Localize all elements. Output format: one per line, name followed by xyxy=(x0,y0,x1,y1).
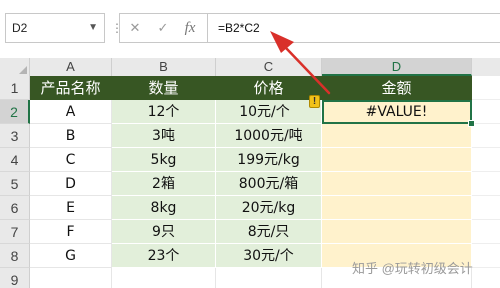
cell-c6[interactable]: 20元/kg xyxy=(216,196,322,220)
row-header-4[interactable]: 4 xyxy=(0,148,30,172)
watermark: 知乎 @玩转初级会计 xyxy=(352,261,473,276)
cell-c1[interactable]: 价格 xyxy=(216,76,322,100)
cell-a2[interactable]: A xyxy=(30,100,112,124)
column-headers: A B C D xyxy=(0,58,500,77)
insert-function-icon[interactable]: fx xyxy=(178,14,202,42)
cell-a4[interactable]: C xyxy=(30,148,112,172)
chevron-down-icon[interactable]: ▼ xyxy=(88,14,98,42)
cell-b6[interactable]: 8kg xyxy=(112,196,216,220)
name-box[interactable]: D2 ▼ xyxy=(5,13,105,43)
cell-d4[interactable] xyxy=(322,148,472,172)
cell-b9[interactable] xyxy=(112,268,216,288)
formula-buttons: ✕ ✓ fx xyxy=(119,13,207,43)
cell-b4[interactable]: 5kg xyxy=(112,148,216,172)
cell-b2[interactable]: 12个 xyxy=(112,100,216,124)
cell-e2[interactable] xyxy=(472,100,500,124)
cell-d7[interactable] xyxy=(322,220,472,244)
row-header-9[interactable]: 9 xyxy=(0,268,30,288)
cell-c5[interactable]: 800元/箱 xyxy=(216,172,322,196)
cell-c3[interactable]: 1000元/吨 xyxy=(216,124,322,148)
select-all-icon xyxy=(19,66,27,74)
enter-icon[interactable]: ✓ xyxy=(152,14,174,42)
column-header-a[interactable]: A xyxy=(30,58,112,76)
cell-c2[interactable]: 10元/个 xyxy=(216,100,322,124)
drag-handle-icon[interactable]: ⋮ xyxy=(111,13,123,43)
cell-d5[interactable] xyxy=(322,172,472,196)
cell-c7[interactable]: 8元/只 xyxy=(216,220,322,244)
formula-input[interactable]: =B2*C2 xyxy=(207,13,500,43)
cell-c8[interactable]: 30元/个 xyxy=(216,244,322,268)
cell-d3[interactable] xyxy=(322,124,472,148)
row-header-3[interactable]: 3 xyxy=(0,124,30,148)
cell-d6[interactable] xyxy=(322,196,472,220)
cell-e5[interactable] xyxy=(472,172,500,196)
column-header-b[interactable]: B xyxy=(112,58,216,76)
cell-b1[interactable]: 数量 xyxy=(112,76,216,100)
cell-e6[interactable] xyxy=(472,196,500,220)
cell-a7[interactable]: F xyxy=(30,220,112,244)
cell-a9[interactable] xyxy=(30,268,112,288)
cell-a3[interactable]: B xyxy=(30,124,112,148)
column-header-d[interactable]: D xyxy=(322,58,472,76)
spreadsheet-window: D2 ▼ ⋮ ✕ ✓ fx =B2*C2 A B C D 1 2 3 4 5 6… xyxy=(0,0,500,288)
cell-b5[interactable]: 2箱 xyxy=(112,172,216,196)
cell-c9[interactable] xyxy=(216,268,322,288)
cell-e9[interactable] xyxy=(472,268,500,288)
cell-b7[interactable]: 9只 xyxy=(112,220,216,244)
cell-c4[interactable]: 199元/kg xyxy=(216,148,322,172)
fill-handle[interactable] xyxy=(468,120,475,127)
cell-d1[interactable]: 金额 xyxy=(322,76,472,100)
cell-e7[interactable] xyxy=(472,220,500,244)
cell-b3[interactable]: 3吨 xyxy=(112,124,216,148)
select-all-button[interactable] xyxy=(0,58,30,76)
cell-e4[interactable] xyxy=(472,148,500,172)
formula-bar: D2 ▼ ⋮ ✕ ✓ fx =B2*C2 xyxy=(0,0,500,58)
cell-e3[interactable] xyxy=(472,124,500,148)
row-header-1[interactable]: 1 xyxy=(0,76,30,100)
row-header-5[interactable]: 5 xyxy=(0,172,30,196)
name-box-value: D2 xyxy=(12,21,28,35)
cell-e8[interactable] xyxy=(472,244,500,268)
error-warning-icon[interactable]: ! xyxy=(309,95,320,108)
row-header-7[interactable]: 7 xyxy=(0,220,30,244)
cell-a8[interactable]: G xyxy=(30,244,112,268)
cell-e1[interactable] xyxy=(472,76,500,100)
cancel-icon[interactable]: ✕ xyxy=(124,14,146,42)
row-header-8[interactable]: 8 xyxy=(0,244,30,268)
cell-a5[interactable]: D xyxy=(30,172,112,196)
cell-d2[interactable]: #VALUE! xyxy=(322,100,472,124)
cell-a1[interactable]: 产品名称 xyxy=(30,76,112,100)
cell-a6[interactable]: E xyxy=(30,196,112,220)
row-header-6[interactable]: 6 xyxy=(0,196,30,220)
row-header-2[interactable]: 2 xyxy=(0,100,30,124)
cell-b8[interactable]: 23个 xyxy=(112,244,216,268)
column-header-c[interactable]: C xyxy=(216,58,322,76)
